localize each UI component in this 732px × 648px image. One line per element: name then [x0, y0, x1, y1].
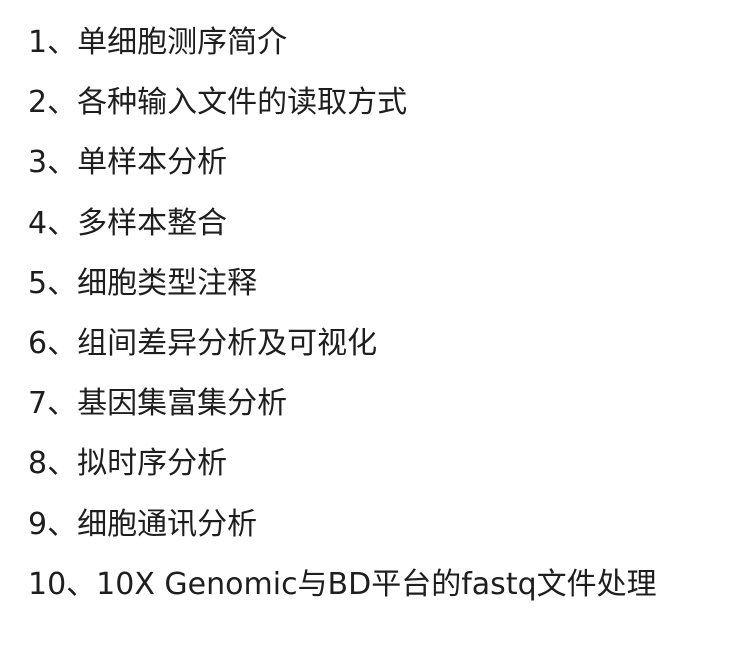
- outline-item-4: 4、多样本整合: [28, 201, 718, 261]
- outline-item-5: 5、细胞类型注释: [28, 261, 718, 321]
- outline-item-text: 7、基因集富集分析: [28, 386, 288, 422]
- outline-item-text: 1、单细胞测序简介: [28, 25, 288, 60]
- outline-item-text: 5、细胞类型注释: [28, 265, 258, 301]
- outline-item-1: 1、单细胞测序简介: [28, 20, 718, 80]
- outline-item-7: 7、基因集富集分析: [28, 381, 718, 441]
- outline-item-2: 2、各种输入文件的读取方式: [28, 80, 718, 140]
- outline-item-text: 6、组间差异分析及可视化: [28, 325, 378, 361]
- outline-item-text: 3、单样本分析: [28, 145, 228, 181]
- outline-item-text: 10、10X Genomic与BD平台的fastq文件处理: [28, 566, 657, 602]
- outline-item-text: 2、各种输入文件的读取方式: [28, 85, 408, 121]
- outline-item-10: 10、10X Genomic与BD平台的fastq文件处理: [28, 562, 718, 622]
- outline-item-3: 3、单样本分析: [28, 140, 718, 200]
- course-outline-list: 1、单细胞测序简介 2、各种输入文件的读取方式 3、单样本分析 4、多样本整合 …: [28, 20, 718, 622]
- outline-item-8: 8、拟时序分析: [28, 441, 718, 501]
- page: { "outline": { "items": [ {"text": "1、单细…: [0, 0, 732, 648]
- outline-item-6: 6、组间差异分析及可视化: [28, 321, 718, 381]
- outline-item-text: 9、细胞通讯分析: [28, 506, 258, 542]
- outline-item-text: 4、多样本整合: [28, 205, 228, 241]
- outline-item-text: 8、拟时序分析: [28, 446, 228, 482]
- outline-item-9: 9、细胞通讯分析: [28, 502, 718, 562]
